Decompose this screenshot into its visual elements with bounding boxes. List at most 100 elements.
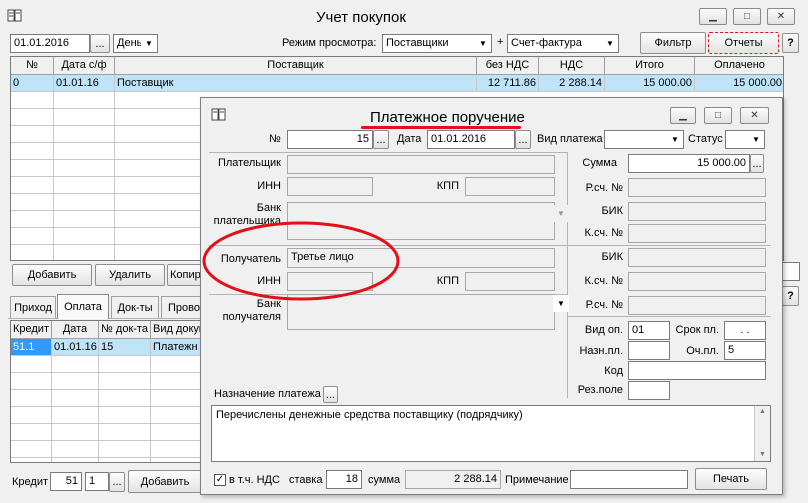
- divider: [567, 152, 568, 398]
- num-field[interactable]: 15: [287, 130, 373, 149]
- cell-num: 0: [11, 75, 54, 92]
- purpose-code-label: Назн.пл.: [579, 345, 623, 357]
- rec-bik-field[interactable]: [628, 248, 766, 267]
- right-help-button[interactable]: ?: [782, 286, 799, 306]
- cell-date: 01.01.16: [54, 75, 115, 92]
- close-icon[interactable]: ✕: [767, 8, 795, 25]
- payer-field[interactable]: [287, 155, 555, 174]
- purpose-picker-button[interactable]: ...: [323, 386, 338, 403]
- chevron-down-icon[interactable]: ▼: [553, 205, 569, 222]
- purpose-code-field[interactable]: [628, 341, 670, 360]
- filter-button[interactable]: Фильтр: [640, 32, 706, 54]
- empty-subgrid-lines: [11, 356, 209, 462]
- col-header-no-vat[interactable]: без НДС: [477, 57, 539, 75]
- col-header-supplier[interactable]: Поставщик: [115, 57, 477, 75]
- order-field[interactable]: 5: [724, 341, 766, 360]
- tab-documents[interactable]: Док-ты: [111, 296, 159, 318]
- sub-col-credit[interactable]: Кредит: [11, 321, 52, 339]
- print-button[interactable]: Печать: [695, 468, 767, 490]
- view-mode-label: Режим просмотра:: [282, 37, 377, 49]
- vat-sum-field[interactable]: 2 288.14: [405, 470, 501, 489]
- dialog-maximize-icon[interactable]: □: [704, 107, 732, 124]
- maximize-icon[interactable]: □: [733, 8, 761, 25]
- chevron-down-icon[interactable]: ▼: [748, 131, 764, 148]
- right-edge-field[interactable]: [780, 262, 800, 281]
- rate-field[interactable]: 18: [326, 470, 362, 489]
- rec-ks-field[interactable]: [628, 272, 766, 291]
- credit-picker-button[interactable]: ...: [109, 472, 125, 492]
- note-label: Примечание: [505, 474, 569, 486]
- tab-income[interactable]: Приход: [10, 296, 56, 318]
- purpose-textarea[interactable]: Перечислены денежные средства поставщику…: [211, 405, 771, 462]
- payer-inn-label: ИНН: [257, 180, 281, 192]
- date-label: Дата: [397, 133, 422, 145]
- col-header-num[interactable]: №: [11, 57, 54, 75]
- op-type-field[interactable]: 01: [628, 321, 670, 340]
- res-field[interactable]: [628, 381, 670, 400]
- add-payment-button[interactable]: Добавить: [128, 470, 202, 493]
- help-button[interactable]: ?: [782, 33, 799, 53]
- vat-sum-label: сумма: [368, 474, 401, 486]
- sum-picker-button[interactable]: ...: [750, 154, 764, 173]
- chevron-down-icon[interactable]: ▼: [141, 35, 157, 52]
- chevron-down-icon[interactable]: ▼: [602, 35, 618, 52]
- sub-cell-credit: 51.1: [11, 339, 52, 356]
- date-field[interactable]: 01.01.2016: [10, 34, 90, 53]
- chevron-down-icon[interactable]: ▼: [475, 35, 491, 52]
- payment-type-label: Вид платежа: [537, 133, 603, 145]
- sub-col-docnum[interactable]: № док-та: [99, 321, 151, 339]
- payer-ks-field[interactable]: [628, 224, 766, 243]
- code-field[interactable]: [628, 361, 766, 380]
- col-header-paid[interactable]: Оплачено: [695, 57, 783, 75]
- payer-kpp-field[interactable]: [465, 177, 555, 196]
- table-row[interactable]: 0 01.01.16 Поставщик 12 711.86 2 288.14 …: [11, 75, 783, 92]
- date-picker-button[interactable]: ...: [90, 34, 110, 53]
- credit-account-field[interactable]: 51: [50, 472, 82, 491]
- rec-bik-label: БИК: [601, 251, 623, 263]
- table-row[interactable]: 51.1 01.01.16 15 Платежн: [11, 339, 209, 356]
- chevron-down-icon[interactable]: ▼: [553, 295, 569, 312]
- payer-kpp-label: КПП: [436, 180, 459, 192]
- sum-label: Сумма: [582, 157, 617, 169]
- credit-label: Кредит: [12, 476, 49, 488]
- term-label: Срок пл.: [675, 324, 719, 336]
- sum-field[interactable]: 15 000.00: [628, 154, 750, 173]
- cell-total: 15 000.00: [605, 75, 695, 92]
- main-title: Учет покупок: [316, 9, 406, 26]
- tab-payment[interactable]: Оплата: [57, 294, 109, 319]
- dialog-close-icon[interactable]: ✕: [740, 107, 769, 124]
- num-picker-button[interactable]: ...: [373, 130, 389, 149]
- dialog-minimize-icon[interactable]: ▁: [670, 107, 696, 124]
- res-field-label: Рез.поле: [577, 384, 623, 396]
- vat-checkbox[interactable]: ✓: [214, 474, 226, 486]
- sub-cell-docnum: 15: [99, 339, 151, 356]
- plus-label: +: [497, 36, 504, 48]
- col-header-date[interactable]: Дата с/ф: [54, 57, 115, 75]
- sub-col-date[interactable]: Дата: [52, 321, 99, 339]
- recipient-kpp-field[interactable]: [465, 272, 555, 291]
- delete-button[interactable]: Удалить: [95, 264, 165, 286]
- payments-table[interactable]: Кредит Дата № док-та Вид докум 51.1 01.0…: [10, 320, 210, 463]
- recipient-highlight-annotation: [202, 221, 400, 301]
- term-field[interactable]: . .: [724, 321, 766, 340]
- col-header-vat[interactable]: НДС: [539, 57, 605, 75]
- rec-rs-field[interactable]: [628, 296, 766, 315]
- payer-rs-field[interactable]: [628, 178, 766, 197]
- app-icon: [7, 9, 23, 23]
- credit-subaccount-field[interactable]: 1: [85, 472, 109, 491]
- date-picker-button[interactable]: ...: [515, 130, 531, 149]
- scrollbar[interactable]: ▲ ▼: [754, 406, 770, 461]
- dialog-title: Платежное поручение: [370, 109, 525, 126]
- date-field[interactable]: 01.01.2016: [427, 130, 515, 149]
- col-header-total[interactable]: Итого: [605, 57, 695, 75]
- minimize-icon[interactable]: ▁: [699, 8, 727, 25]
- add-button[interactable]: Добавить: [12, 264, 92, 286]
- note-field[interactable]: [570, 470, 688, 489]
- reports-button[interactable]: Отчеты: [708, 32, 779, 54]
- payer-bik-field[interactable]: [628, 202, 766, 221]
- chevron-down-icon[interactable]: ▼: [667, 131, 683, 148]
- main-titlebar: Учет покупок ▁ □ ✕: [0, 0, 808, 30]
- title-underline-annotation: [361, 126, 521, 129]
- payer-inn-field[interactable]: [287, 177, 373, 196]
- recipient-kpp-label: КПП: [436, 275, 459, 287]
